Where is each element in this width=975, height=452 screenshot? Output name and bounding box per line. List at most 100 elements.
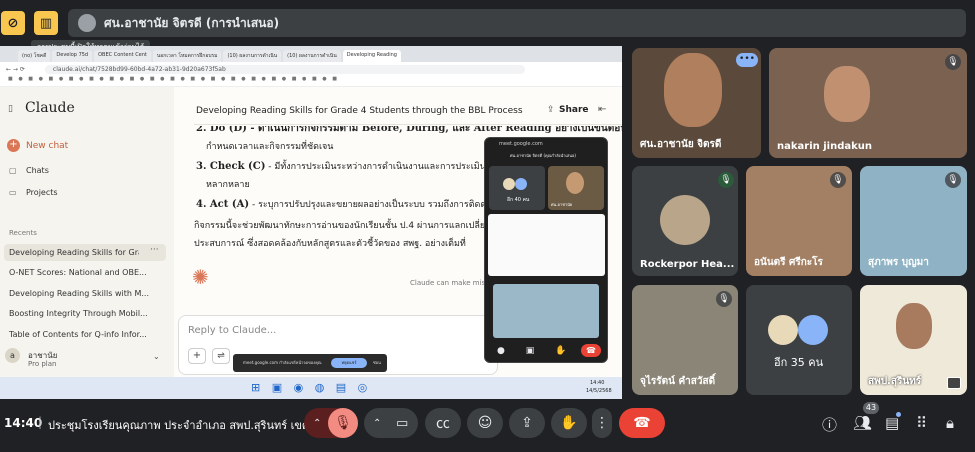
camera-options-icon[interactable]: ⌃ [373, 418, 381, 429]
sidebar-toggle-icon[interactable]: ▯ [8, 104, 13, 114]
browser-tab-active[interactable]: Developing Reading [342, 50, 401, 62]
participant-tile[interactable]: สพป.สุรินทร์ [860, 285, 967, 395]
mic-off-icon: 🎙︎ [830, 172, 846, 188]
share-icon: ⇪ [547, 105, 555, 115]
claude-logo: Claude [25, 100, 75, 116]
mic-off-icon: 🎙︎ [945, 54, 961, 70]
browser-tab[interactable]: (10) ผลงานการดำเนิน [223, 50, 282, 62]
pip-classroom-tile [493, 284, 599, 338]
chats-icon: ▢ [9, 166, 17, 175]
recent-chat-item[interactable]: O-NET Scores: National and OBE... [9, 268, 147, 277]
browser-tab[interactable]: OBEC Content Cent [94, 50, 151, 62]
pip-icon[interactable] [947, 377, 961, 389]
speaking-indicator-icon: ••• [736, 53, 758, 67]
recent-chat-item[interactable]: Boosting Integrity Through Mobil... [9, 309, 148, 318]
presenter-chip[interactable]: ศน.อาชานัย จิตรดี (การนำเสนอ) [68, 9, 966, 37]
pip-avatar [503, 178, 515, 190]
do-line-2: กำหนดเวลาและกิจกรรมที่ชัดเจน [206, 142, 334, 152]
tools-slider-icon[interactable]: ⇌ [212, 348, 230, 364]
meet-pip-window: meet.google.com ศน.อาชานัย จิตรดี (คุณกำ… [484, 137, 608, 363]
participant-tile[interactable]: 🎙︎ Rockerpor Hea... [632, 166, 738, 276]
browser-tab[interactable]: Develop 75d [52, 50, 93, 62]
participant-tile[interactable]: ••• ศน.อาชานัย จิตรดี [632, 48, 761, 158]
mic-off-icon: 🎙︎ [716, 291, 732, 307]
recent-chat-item[interactable]: Developing Reading Skills for Gra [9, 248, 139, 257]
activities-icon[interactable]: ⠿ [916, 414, 927, 432]
act-item: 4. Act (A) - ระบุการปรับปรุงและขยายผลอย่… [196, 197, 503, 211]
taskbar-apps-icon[interactable]: ⊞ ▣ ◉ ◍ ▤ ◎ [251, 381, 371, 394]
participant-name: สุภาพร บุญมา [868, 257, 929, 268]
bookmarks-bar: ■ ● ■ ● ■ ● ■ ● ■ ● ■ ● ■ ● ■ ● ■ ● ■ ● … [0, 76, 622, 87]
summary-line-2: ประสบการณ์ ซึ่งสอดคล้องกับหลักสูตรและตัว… [194, 239, 466, 249]
chat-unread-dot [896, 412, 901, 417]
recents-heading: Recents [9, 229, 37, 237]
recent-chat-item[interactable]: Table of Contents for Q-info Infor... [9, 330, 147, 339]
more-options-button[interactable]: ⋮ [592, 408, 612, 438]
pip-hangup-icon[interactable]: ☎ [581, 344, 601, 357]
more-options-icon[interactable]: ··· [150, 245, 159, 255]
reply-input[interactable]: Reply to Claude... [188, 325, 276, 336]
meet-control-bar: 14:40 | ประชุมโรงเรียนคุณภาพ ประจำอำเภอ … [0, 402, 975, 452]
others-tile[interactable]: อีก 35 คน [746, 285, 852, 395]
browser-tab[interactable]: (10) ผลงานการดำเนิน [283, 50, 341, 62]
meeting-time: 14:40 [4, 416, 43, 430]
participant-tile[interactable]: 🎙︎ สุภาพร บุญมา [860, 166, 967, 276]
camera-icon[interactable]: ▭ [396, 416, 408, 431]
emoji-button[interactable]: ☺ [467, 408, 503, 438]
hide-button[interactable]: ซ่อน [373, 359, 381, 366]
nav-arrows-icon[interactable]: ← → ⟳ [6, 66, 25, 73]
mic-off-icon[interactable]: 🎙︎ [328, 408, 358, 438]
others-count: อีก 35 คน [774, 356, 824, 369]
people-count-badge: 43 [863, 402, 879, 414]
participant-name: จุไรรัตน์ คำสวัสดิ์ [640, 376, 716, 387]
meeting-title: ประชุมโรงเรียนคุณภาพ ประจำอำเภอ สพป.สุริ… [48, 419, 320, 432]
windows-taskbar: ⊞ ▣ ◉ ◍ ▤ ◎ 14:40 14/5/2568 [0, 377, 622, 399]
browser-tab[interactable]: (no) โชคดี [18, 50, 51, 62]
pip-presenter: ศน.อาชานัย จิตรดี (คุณกำลังนำเสนอ) [510, 153, 576, 158]
claude-spark-icon: ✺ [192, 265, 209, 289]
people-icon[interactable]: 👥︎ [853, 414, 872, 432]
summary-line-1: กิจกรรมนี้จะช่วยพัฒนาทักษะการอ่านของนักเ… [194, 221, 492, 231]
sidebar-item-chats[interactable]: Chats [26, 166, 49, 175]
screen-share-notice-bar: meet.google.com กำลังแชร์หน้าจอของคุณ หย… [233, 354, 387, 372]
host-controls-icon[interactable]: 🔒︎ [946, 414, 954, 432]
address-bar: ← → ⟳ claude.ai/chat/7528bd99-60bd-4a72-… [0, 62, 622, 76]
participant-name: อนันตรี ศรีกะโร [754, 257, 823, 268]
attach-plus-icon[interactable]: + [188, 348, 206, 364]
pip-site: meet.google.com [499, 141, 543, 147]
pip-self-name: ศน.อาชานัย [551, 202, 573, 207]
participant-tile[interactable]: 🎙︎ อนันตรี ศรีกะโร [746, 166, 852, 276]
present-button[interactable]: ⇪ [509, 408, 545, 438]
do-line: 2. Do (D) - ดำเนินการกิจกรรมตาม Before, … [196, 126, 622, 134]
participant-tile[interactable]: 🎙︎ จุไรรัตน์ คำสวัสดิ์ [632, 285, 738, 395]
info-icon[interactable]: ⓘ [822, 414, 837, 435]
mic-off-icon: 🎙︎ [718, 172, 734, 188]
sidebar-item-projects[interactable]: Projects [26, 188, 58, 197]
user-avatar[interactable]: a [5, 348, 20, 363]
new-chat-button[interactable]: New chat [26, 141, 68, 151]
participant-tile[interactable]: 🎙︎ nakarin jindakun [769, 48, 967, 158]
participant-avatar [798, 315, 828, 345]
present-icon: ⇪ [521, 415, 533, 431]
participant-name: ศน.อาชานัย จิตรดี [640, 139, 722, 150]
mic-options-icon[interactable]: ⌃ [313, 418, 321, 429]
chat-title[interactable]: Developing Reading Skills for Grade 4 St… [196, 106, 523, 116]
collapse-panel-icon[interactable]: ⇤ [598, 104, 606, 115]
raise-hand-button[interactable]: ✋ [551, 408, 587, 438]
leave-call-button[interactable]: ☎ [619, 408, 665, 438]
meeting-host-icon[interactable]: ▥ [34, 11, 58, 35]
share-button[interactable]: Share [559, 105, 589, 115]
stop-sharing-button[interactable]: หยุดแชร์ [331, 358, 367, 368]
recent-chat-item[interactable]: Developing Reading Skills with M... [9, 289, 149, 298]
new-chat-plus-icon[interactable]: + [7, 139, 20, 152]
chevron-down-icon[interactable]: ⌄ [153, 352, 160, 361]
act-text: - ระบุการปรับปรุงและขยายผลอย่างเป็นระบบ … [249, 200, 503, 210]
mic-off-icon: 🎙︎ [945, 172, 961, 188]
screen-share-off-icon[interactable]: ⊘ [1, 11, 25, 35]
pip-self-tile: ศน.อาชานัย [548, 166, 604, 210]
captions-button[interactable]: ㏄ [425, 408, 461, 438]
raise-hand-icon: ✋ [560, 415, 578, 431]
check-title: 3. Check (C) [196, 161, 266, 172]
url-field[interactable]: claude.ai/chat/7528bd99-60bd-4a72-ab31-9… [44, 64, 525, 74]
browser-tab[interactable]: นอกเวลา โหมดการฝึกอบรม [152, 50, 222, 62]
